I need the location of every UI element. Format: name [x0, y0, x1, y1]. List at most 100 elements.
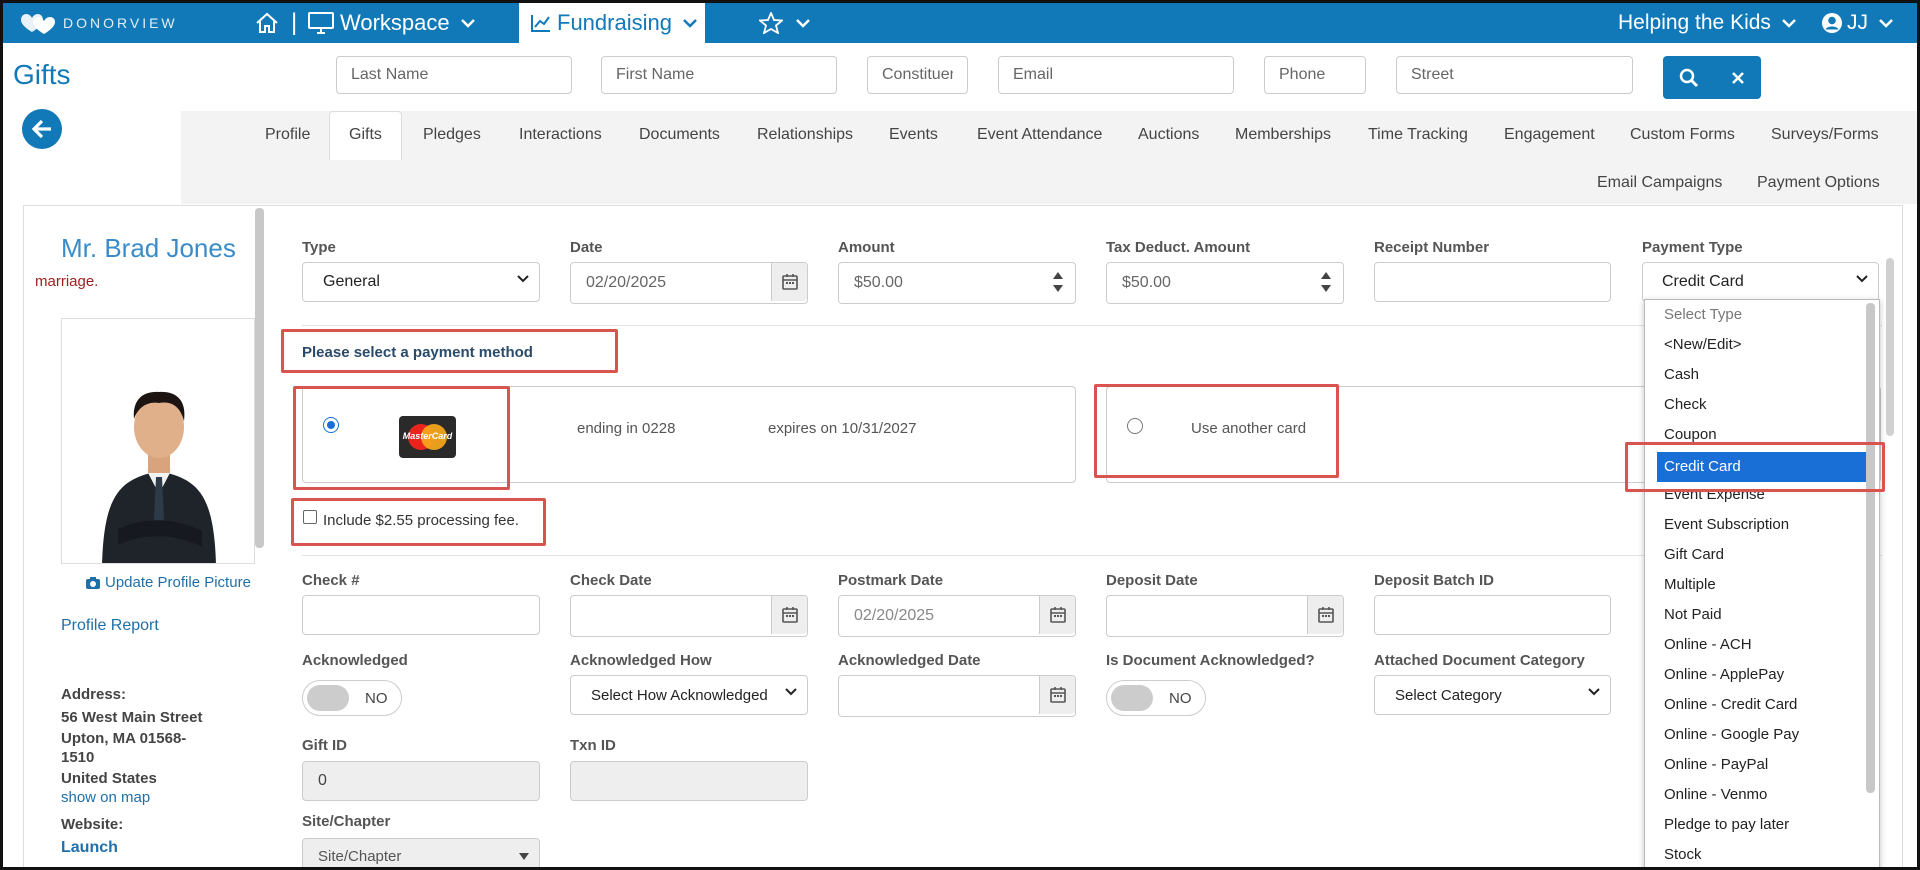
date-picker-button[interactable]: [771, 263, 807, 301]
acknowledged-toggle[interactable]: NO: [302, 680, 402, 716]
fundraising-menu[interactable]: Fundraising: [519, 3, 705, 43]
tax-deduct-stepper[interactable]: [1309, 263, 1343, 301]
home-button[interactable]: [255, 3, 279, 43]
dropdown-option[interactable]: Online - Venmo: [1645, 780, 1870, 810]
date-input[interactable]: 02/20/2025: [570, 262, 808, 304]
website-launch-link[interactable]: Launch: [61, 839, 118, 857]
txn-id-label: Txn ID: [570, 737, 616, 754]
dropdown-option[interactable]: Pledge to pay later: [1645, 810, 1870, 840]
tab-auctions[interactable]: Auctions: [1138, 123, 1199, 147]
first-name-input[interactable]: [601, 56, 837, 94]
payment-type-select[interactable]: Credit Card: [1642, 262, 1879, 302]
dropdown-option[interactable]: Gift Card: [1645, 540, 1870, 570]
postmark-date-picker-button[interactable]: [1039, 596, 1075, 634]
profile-scrollbar[interactable]: [255, 208, 264, 548]
chevron-down-icon: [796, 19, 810, 28]
site-chapter-select[interactable]: Site/Chapter: [302, 838, 540, 867]
dropdown-option[interactable]: Online - PayPal: [1645, 750, 1870, 780]
check-date-input[interactable]: [570, 595, 808, 637]
dropdown-option[interactable]: Online - ACH: [1645, 630, 1870, 660]
document-acknowledged-toggle[interactable]: NO: [1106, 680, 1206, 716]
postmark-date-input[interactable]: 02/20/2025: [838, 595, 1076, 637]
site-chapter-label: Site/Chapter: [302, 813, 391, 830]
update-profile-picture-link[interactable]: Update Profile Picture: [85, 574, 251, 591]
acknowledged-how-label: Acknowledged How: [570, 652, 712, 669]
clear-search-button[interactable]: [1715, 56, 1761, 99]
dropdown-option[interactable]: Multiple: [1645, 570, 1870, 600]
search-button-group: [1663, 56, 1761, 99]
triangle-up-icon: [1321, 272, 1331, 279]
tab-documents[interactable]: Documents: [639, 123, 720, 147]
postmark-date-label: Postmark Date: [838, 572, 944, 589]
tab-surveys-forms[interactable]: Surveys/Forms: [1771, 123, 1879, 147]
dropdown-option[interactable]: Online - Credit Card: [1645, 690, 1870, 720]
chevron-down-icon: [1588, 688, 1600, 696]
phone-input[interactable]: [1264, 56, 1366, 94]
organization-menu[interactable]: Helping the Kids: [1618, 3, 1797, 43]
gift-id-input[interactable]: 0: [302, 761, 540, 801]
constituent-input[interactable]: [867, 56, 968, 94]
txn-id-input[interactable]: [570, 761, 808, 801]
acknowledged-label: Acknowledged: [302, 652, 408, 669]
last-name-input[interactable]: [336, 56, 572, 94]
deposit-batch-input[interactable]: [1374, 595, 1611, 635]
acknowledged-date-picker-button[interactable]: [1039, 676, 1075, 714]
user-menu[interactable]: JJ: [1821, 3, 1894, 43]
amount-input[interactable]: $50.00: [838, 262, 1076, 304]
acknowledged-how-select[interactable]: Select How Acknowledged: [570, 675, 808, 715]
dropdown-option[interactable]: Cash: [1645, 360, 1870, 390]
deposit-date-picker-button[interactable]: [1307, 596, 1343, 634]
search-button[interactable]: [1663, 56, 1715, 99]
tab-email-campaigns[interactable]: Email Campaigns: [1597, 171, 1722, 195]
show-on-map-link[interactable]: show on map: [61, 789, 150, 806]
deposit-date-input[interactable]: [1106, 595, 1344, 637]
receipt-number-input[interactable]: [1374, 262, 1611, 302]
tab-engagement[interactable]: Engagement: [1504, 123, 1595, 147]
tab-time-tracking[interactable]: Time Tracking: [1368, 123, 1468, 147]
dropdown-option[interactable]: Event Subscription: [1645, 510, 1870, 540]
tab-events[interactable]: Events: [889, 123, 938, 147]
attached-document-category-select[interactable]: Select Category: [1374, 675, 1611, 715]
tab-gifts[interactable]: Gifts: [349, 123, 382, 147]
tab-interactions[interactable]: Interactions: [519, 123, 602, 147]
tax-deduct-input[interactable]: $50.00: [1106, 262, 1344, 304]
dropdown-scrollbar[interactable]: [1866, 303, 1875, 793]
amount-value: $50.00: [854, 274, 903, 291]
tab-profile[interactable]: Profile: [265, 123, 310, 147]
monitor-icon: [308, 12, 334, 34]
acknowledged-date-input[interactable]: [838, 675, 1076, 717]
logo-text: DONORVIEW: [63, 15, 178, 31]
favorites-menu[interactable]: [759, 3, 811, 43]
dropdown-option[interactable]: <New/Edit>: [1645, 330, 1870, 360]
back-button[interactable]: [22, 109, 62, 149]
tab-relationships[interactable]: Relationships: [757, 123, 853, 147]
tab-memberships[interactable]: Memberships: [1235, 123, 1331, 147]
dropdown-option[interactable]: Online - ApplePay: [1645, 660, 1870, 690]
dropdown-option[interactable]: Select Type: [1645, 300, 1870, 330]
dropdown-option[interactable]: Stock: [1645, 840, 1870, 867]
tab-pledges[interactable]: Pledges: [423, 123, 481, 147]
chevron-down-icon: [785, 688, 797, 696]
amount-stepper[interactable]: [1041, 263, 1075, 301]
tab-event-attendance[interactable]: Event Attendance: [977, 123, 1102, 147]
page-scrollbar[interactable]: [1886, 258, 1894, 436]
dropdown-option[interactable]: Not Paid: [1645, 600, 1870, 630]
workspace-menu[interactable]: Workspace: [308, 3, 476, 43]
chevron-down-icon: [683, 19, 697, 28]
street-input[interactable]: [1396, 56, 1633, 94]
logo[interactable]: DONORVIEW: [17, 3, 178, 43]
profile-report-link[interactable]: Profile Report: [61, 617, 159, 635]
dropdown-option[interactable]: Online - Google Pay: [1645, 720, 1870, 750]
triangle-down-icon: [1321, 285, 1331, 292]
toggle-knob: [1111, 685, 1153, 711]
address-line-3: 1510: [61, 749, 95, 766]
type-select[interactable]: General: [302, 262, 540, 302]
tab-custom-forms[interactable]: Custom Forms: [1630, 123, 1735, 147]
dropdown-option[interactable]: Check: [1645, 390, 1870, 420]
check-date-picker-button[interactable]: [771, 596, 807, 634]
email-input[interactable]: [998, 56, 1234, 94]
check-number-input[interactable]: [302, 595, 540, 635]
tab-payment-options[interactable]: Payment Options: [1757, 171, 1880, 195]
type-label: Type: [302, 239, 336, 256]
camera-icon: [86, 576, 100, 589]
